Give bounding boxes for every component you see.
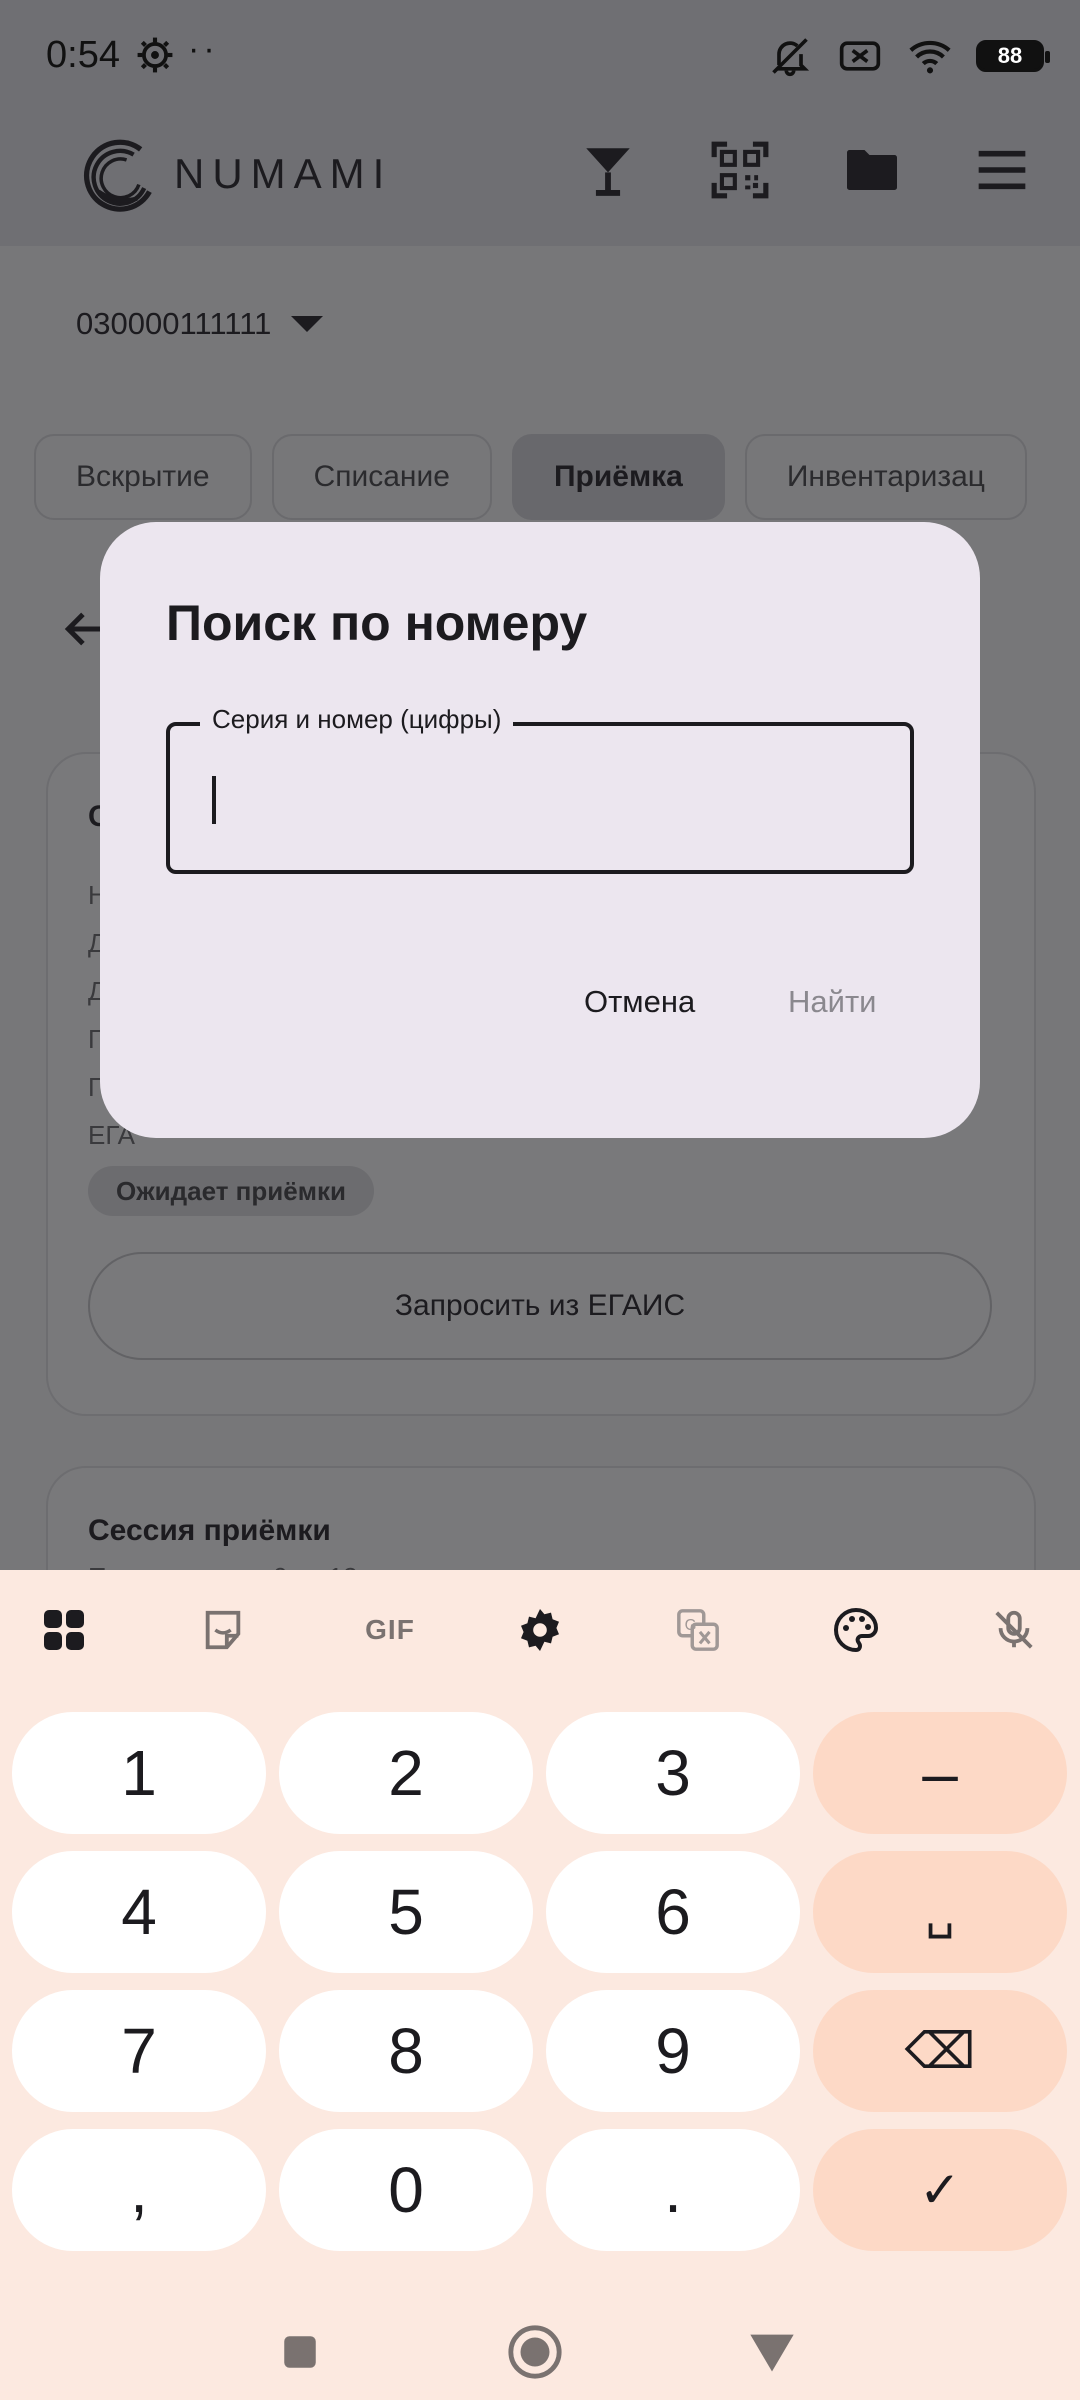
find-button[interactable]: Найти xyxy=(788,984,876,1020)
cocktail-icon[interactable] xyxy=(576,138,640,202)
dialog-title: Поиск по номеру xyxy=(166,595,588,651)
key-6[interactable]: 6 xyxy=(546,1851,800,1973)
request-egais-button[interactable]: Запросить из ЕГАИС xyxy=(88,1252,992,1360)
key-space[interactable]: ␣ xyxy=(813,1851,1067,1973)
notification-dots: ·· xyxy=(188,30,219,68)
key-0[interactable]: 0 xyxy=(279,2129,533,2251)
operation-tabs: Вскрытие Списание Приёмка Инвентаризац xyxy=(34,434,1044,524)
sim-off-icon xyxy=(836,32,884,80)
key-8[interactable]: 8 xyxy=(279,1990,533,2112)
key-9[interactable]: 9 xyxy=(546,1990,800,2112)
palette-icon[interactable] xyxy=(826,1600,886,1660)
app-header: NUMAMI xyxy=(0,116,1080,246)
status-time: 0:54 xyxy=(46,34,120,76)
gif-label: GIF xyxy=(365,1614,415,1645)
key-3[interactable]: 3 xyxy=(546,1712,800,1834)
status-badge: Ожидает приёмки xyxy=(88,1166,374,1216)
key-comma[interactable]: , xyxy=(12,2129,266,2251)
serial-number-field[interactable]: Серия и номер (цифры) xyxy=(166,704,914,874)
key-5[interactable]: 5 xyxy=(279,1851,533,1973)
system-navbar xyxy=(0,2300,1080,2400)
key-enter[interactable]: ✓ xyxy=(813,2129,1067,2251)
recents-icon[interactable] xyxy=(270,2322,330,2382)
text-cursor xyxy=(212,776,216,824)
logo-text: NUMAMI xyxy=(174,150,393,197)
key-2[interactable]: 2 xyxy=(279,1712,533,1834)
folder-icon[interactable] xyxy=(840,138,904,202)
status-bar: 0:54 ·· 88 xyxy=(0,0,1080,116)
battery-icon: 88 xyxy=(976,40,1050,72)
back-icon[interactable] xyxy=(742,2322,802,2382)
settings-icon[interactable] xyxy=(510,1600,570,1660)
key-period[interactable]: . xyxy=(546,2129,800,2251)
numami-logo: NUMAMI xyxy=(72,130,392,218)
settings-notification-icon xyxy=(137,37,173,73)
apps-icon[interactable] xyxy=(34,1600,94,1660)
menu-icon[interactable] xyxy=(970,138,1034,202)
tab-inventory[interactable]: Инвентаризац xyxy=(744,434,1027,520)
mic-off-icon[interactable] xyxy=(984,1600,1044,1660)
keyboard-toolbar: GIF G xyxy=(0,1570,1080,1688)
key-4[interactable]: 4 xyxy=(12,1851,266,1973)
svg-text:G: G xyxy=(685,1617,697,1634)
tab-writeoff[interactable]: Списание xyxy=(271,434,492,520)
wifi-icon xyxy=(906,32,954,80)
search-dialog: Поиск по номеру Серия и номер (цифры) От… xyxy=(100,522,980,1138)
numeric-keyboard: GIF G 1 2 3 – 4 5 6 ␣ 7 8 9 ⌫ , 0 . ✓ xyxy=(0,1570,1080,2400)
chevron-down-icon xyxy=(291,316,324,332)
cancel-button[interactable]: Отмена xyxy=(584,984,695,1020)
serial-number-input[interactable] xyxy=(206,766,866,826)
key-1[interactable]: 1 xyxy=(12,1712,266,1834)
translate-icon[interactable]: G xyxy=(668,1600,728,1660)
key-backspace[interactable]: ⌫ xyxy=(813,1990,1067,2112)
home-icon[interactable] xyxy=(505,2322,565,2382)
session-title: Сессия приёмки xyxy=(88,1514,331,1547)
qr-scan-icon[interactable] xyxy=(708,138,772,202)
sticker-icon[interactable] xyxy=(193,1600,253,1660)
store-id: 030000111111 xyxy=(76,306,272,341)
bell-off-icon xyxy=(766,32,814,80)
tab-opening[interactable]: Вскрытие xyxy=(34,434,252,520)
store-selector[interactable]: 030000111111 xyxy=(76,306,324,342)
field-label: Серия и номер (цифры) xyxy=(200,704,514,735)
tab-receiving[interactable]: Приёмка xyxy=(511,434,725,520)
status-icons: 88 xyxy=(766,30,1050,82)
key-minus[interactable]: – xyxy=(813,1712,1067,1834)
gif-icon[interactable]: GIF xyxy=(352,1600,428,1660)
key-7[interactable]: 7 xyxy=(12,1990,266,2112)
numami-logo-icon xyxy=(84,139,152,212)
